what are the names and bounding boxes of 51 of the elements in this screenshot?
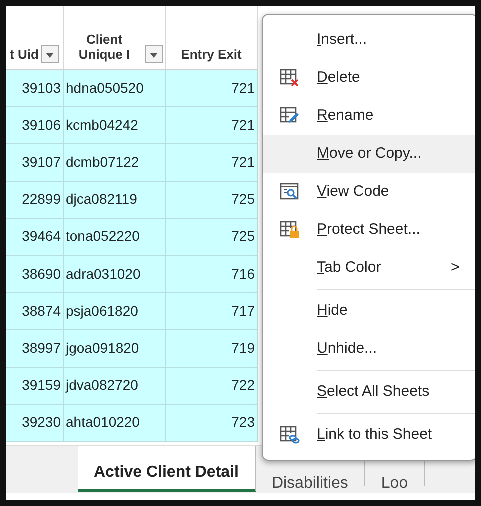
table-cell: 721 (166, 144, 258, 182)
table-link-icon (279, 425, 301, 445)
table-cell: 39107 (6, 144, 64, 182)
menu-item[interactable]: Rename (263, 97, 475, 135)
table-pencil-icon (279, 106, 301, 126)
menu-item[interactable]: Hide (263, 292, 475, 330)
table-cell: 725 (166, 218, 258, 256)
table-cell: 39159 (6, 368, 64, 405)
table-cell: jdva082720 (64, 368, 166, 405)
menu-item[interactable]: Unhide... (263, 330, 475, 368)
column-header: Entry Exit (181, 47, 242, 63)
table-cell: 39464 (6, 218, 64, 256)
table-delete-icon (279, 68, 301, 88)
table-cell: 39106 (6, 107, 64, 144)
table-cell: 725 (166, 182, 258, 219)
table-cell: 39103 (6, 70, 64, 108)
table-cell: 719 (166, 330, 258, 368)
column-header: t Uid (10, 47, 39, 63)
table-cell: psja061820 (64, 293, 166, 330)
menu-item[interactable]: Delete (263, 59, 475, 97)
table-cell: 22899 (6, 182, 64, 219)
menu-item[interactable]: Protect Sheet... (263, 211, 475, 249)
table-cell: ahta010220 (64, 404, 166, 442)
table-cell: 721 (166, 107, 258, 144)
table-cell: hdna050520 (64, 70, 166, 108)
filter-dropdown-icon[interactable] (40, 45, 59, 63)
table-cell: kcmb04242 (64, 107, 166, 144)
menu-item[interactable]: Move or Copy... (263, 135, 475, 173)
menu-item[interactable]: Tab Color > (263, 249, 475, 287)
filter-dropdown-icon[interactable] (145, 45, 163, 63)
table-cell: djca082119 (64, 182, 166, 219)
table-cell: 721 (166, 70, 258, 108)
table-cell: 38874 (6, 293, 64, 330)
magnifier-icon (279, 182, 301, 202)
menu-item[interactable]: Select All Sheets (263, 373, 475, 411)
table-lock-icon (279, 220, 301, 240)
table-cell: 38997 (6, 330, 64, 368)
table-cell: 722 (166, 368, 258, 405)
table-cell: 39230 (6, 404, 64, 442)
table-cell: 716 (166, 256, 258, 294)
sheet-tab[interactable]: Active Client Detail (78, 446, 256, 492)
table-cell: tona052220 (64, 218, 166, 256)
table-cell: adra031020 (64, 256, 166, 294)
table-cell: 38690 (6, 256, 64, 294)
menu-item[interactable]: Insert... (263, 21, 475, 59)
table-cell: dcmb07122 (64, 144, 166, 182)
table-cell: 717 (166, 293, 258, 330)
column-header: Client Unique I (78, 32, 132, 63)
menu-item[interactable]: View Code (263, 173, 475, 211)
table-cell: 723 (166, 404, 258, 442)
table-cell: jgoa091820 (64, 330, 166, 368)
